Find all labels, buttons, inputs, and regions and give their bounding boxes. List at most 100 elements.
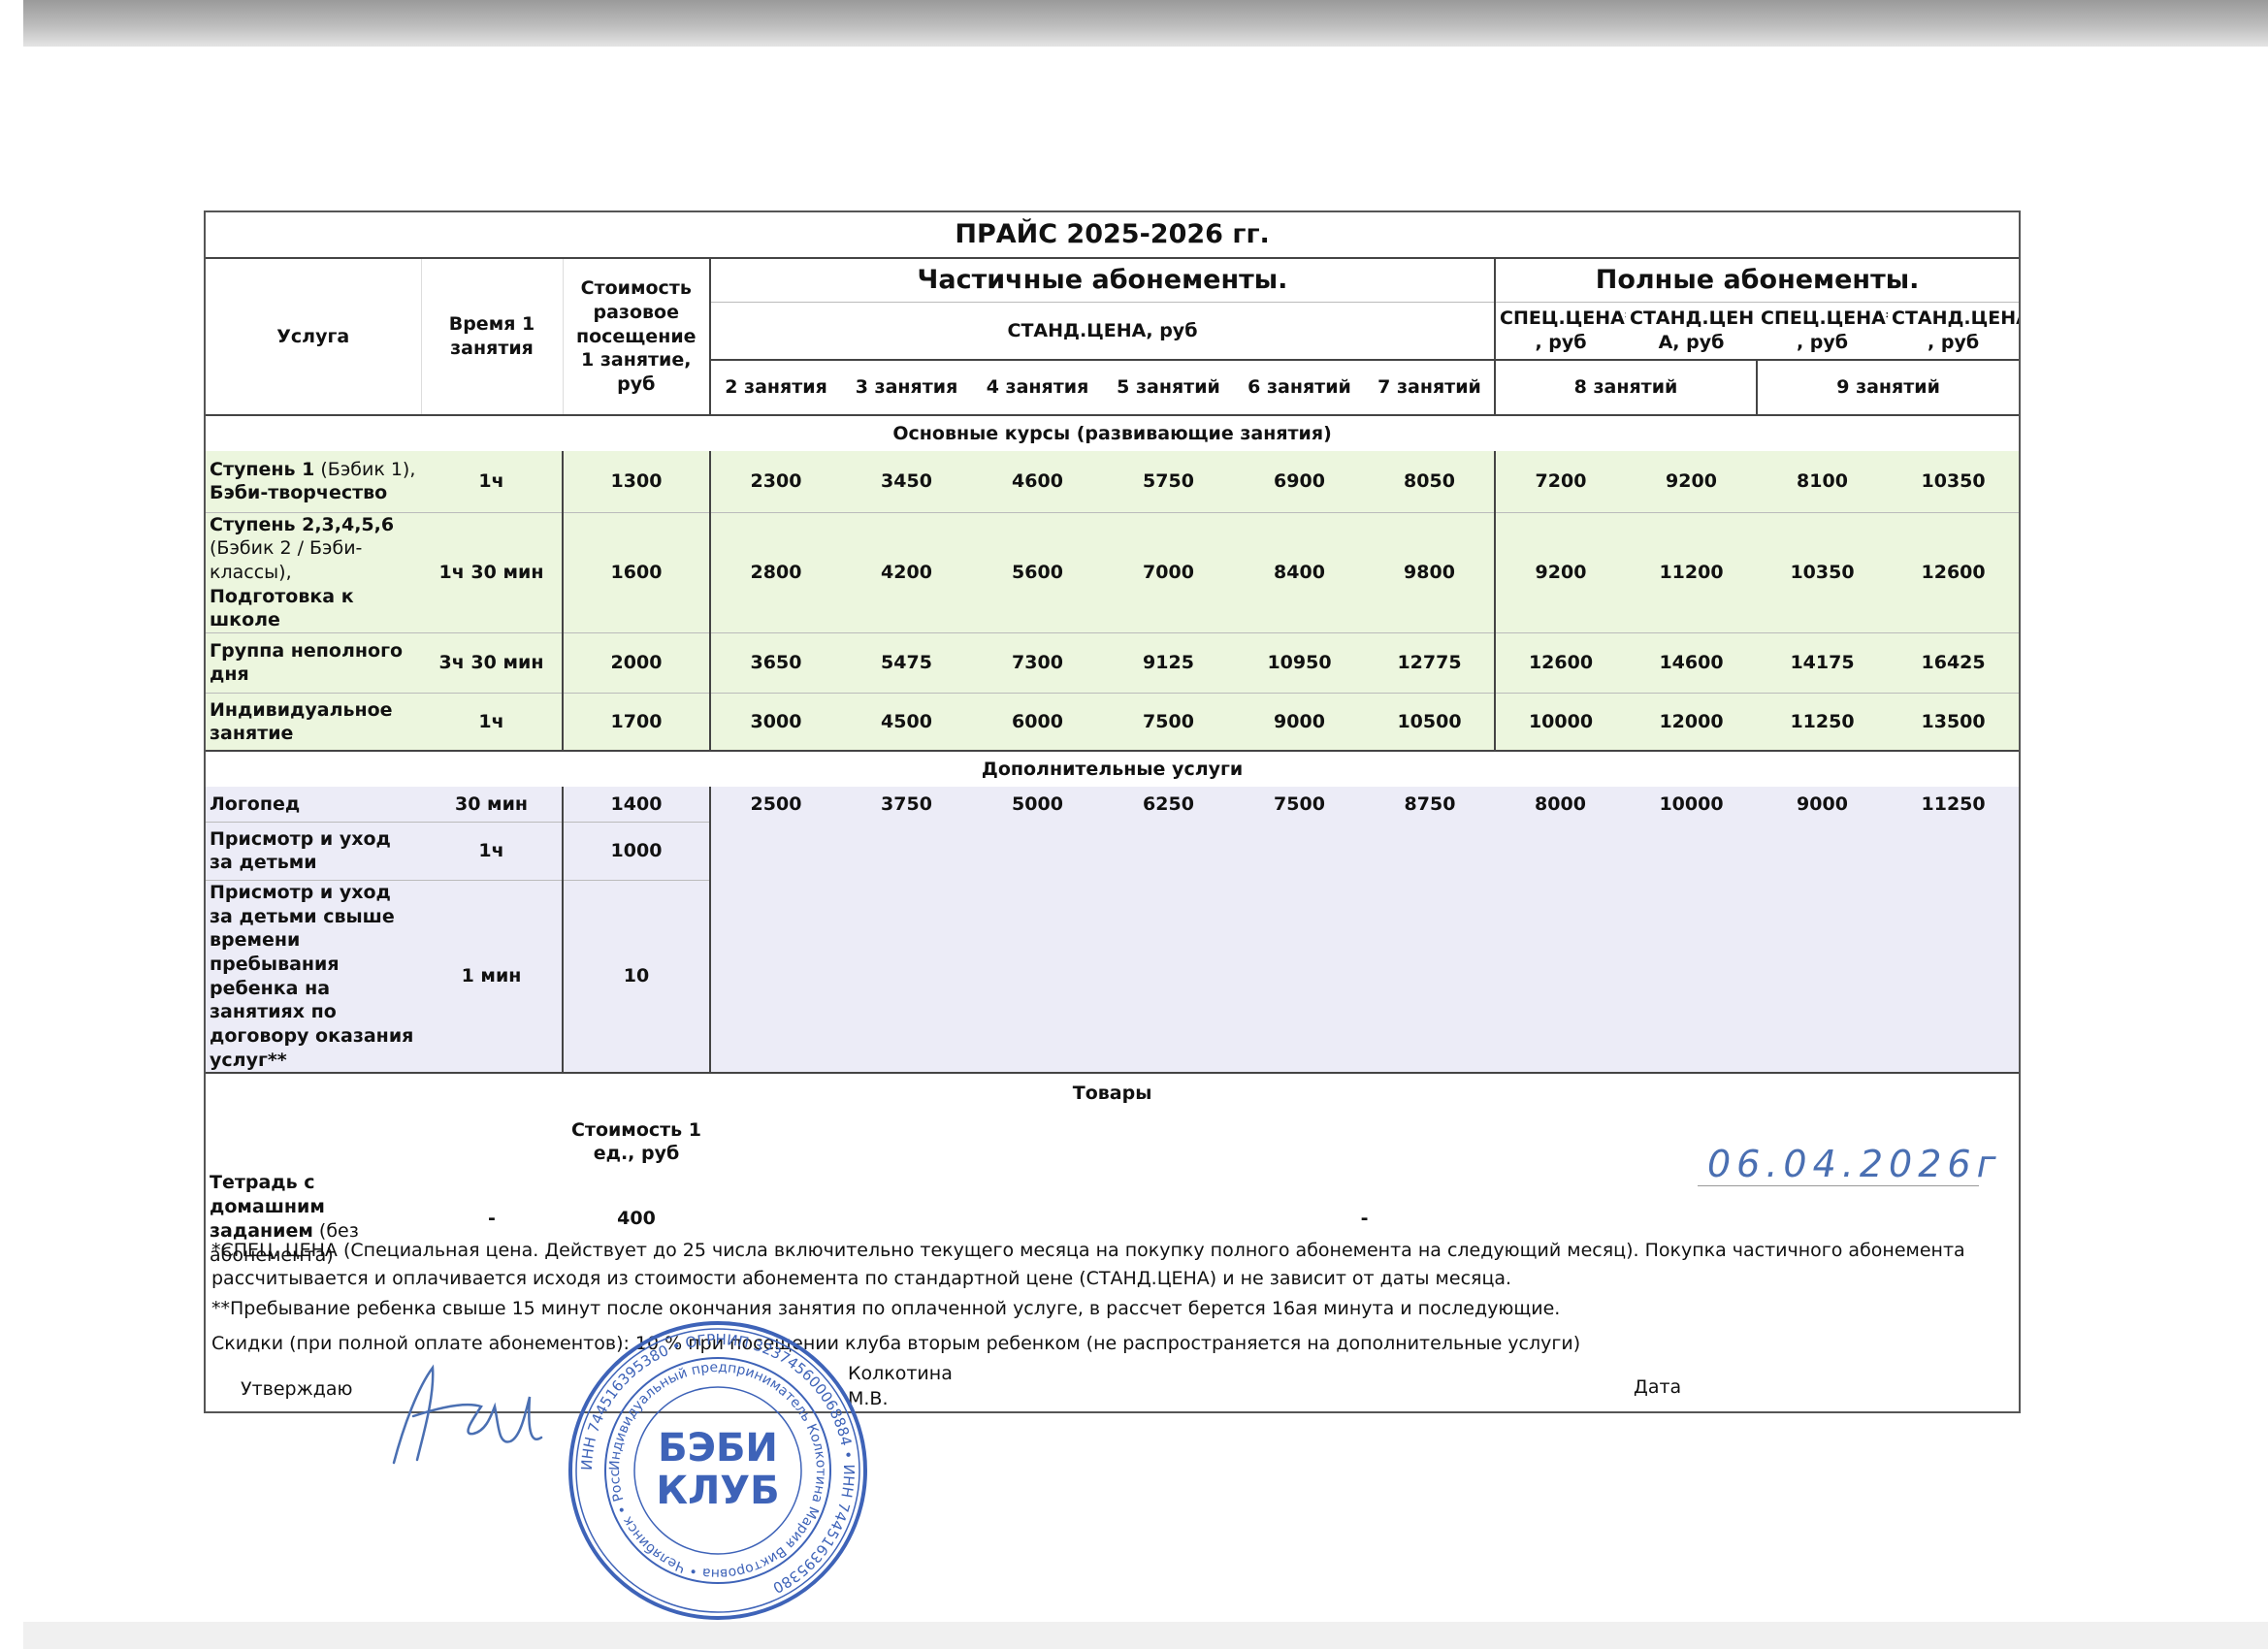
service-name: Логопед: [206, 787, 421, 823]
stamp-logo-text-1: БЭБИ: [658, 1426, 778, 1471]
service-name: Индивидуальное занятие: [206, 693, 421, 753]
price-cell: 5600: [972, 512, 1103, 633]
single-cost: 10: [562, 880, 710, 1075]
service-name: Ступень 1 (Бэбик 1), Бэби-творчество: [206, 451, 421, 513]
header-single-cost: Стоимость разовое посещение 1 занятие, р…: [563, 258, 710, 416]
service-name: Группа неполного дня: [206, 632, 421, 694]
price-cell: 8100: [1757, 451, 1888, 513]
table-row: Ступень 2,3,4,5,6 (Бэбик 2 / Бэби-классы)…: [206, 512, 2020, 633]
approve-label: Утверждаю: [241, 1378, 353, 1400]
price-cell: 11250: [1888, 787, 2020, 823]
single-cost: 2000: [562, 632, 710, 694]
service-name: Присмотр и уход за детьми свыше времени …: [206, 880, 421, 1075]
header-spec-price-9: СПЕЦ.ЦЕНА* , руб: [1761, 307, 1888, 353]
price-cell: 10950: [1234, 632, 1365, 694]
date-underline: [1698, 1185, 1979, 1186]
header-std-price-8: СТАНД.ЦЕН А, руб: [1630, 307, 1755, 353]
price-cell: 10000: [1626, 787, 1757, 823]
date-label: Дата: [1634, 1376, 1682, 1398]
section-goods: Товары: [1072, 1083, 1152, 1105]
price-cell: 11200: [1626, 512, 1757, 633]
price-cell: 8050: [1365, 451, 1496, 513]
price-cell: 7200: [1495, 451, 1626, 513]
price-cell: 13500: [1888, 693, 2020, 753]
price-table: ПРАЙС 2025-2026 гг. Услуга Время 1 занят…: [206, 212, 2020, 1267]
header-standard-price: СТАНД.ЦЕНА, руб: [709, 302, 1496, 360]
price-cell: 9000: [1757, 787, 1888, 823]
company-seal-stamp: ИНН 744516395380 • ОГРНИП 32374560006888…: [565, 1317, 867, 1620]
goods-cost-header: Стоимость 1 ед., руб: [570, 1118, 702, 1165]
service-time: 1ч: [421, 451, 563, 513]
price-cell: 6900: [1234, 451, 1365, 513]
stamp-logo-text-2: КЛУБ: [656, 1469, 779, 1513]
header-service: Услуга: [206, 258, 422, 416]
price-cell: 8400: [1234, 512, 1365, 633]
scan-shadow-bottom: [23, 1622, 2268, 1649]
empty-price-area: [708, 822, 2020, 881]
price-cell: 7500: [1103, 693, 1234, 753]
table-row: Ступень 1 (Бэбик 1), Бэби-творчество 1ч 1…: [206, 451, 2020, 513]
page-title: ПРАЙС 2025-2026 гг.: [206, 212, 2020, 259]
price-list-document: ПРАЙС 2025-2026 гг. Услуга Время 1 занят…: [204, 210, 2021, 1413]
price-cell: 14175: [1757, 632, 1888, 694]
header-partial-subscriptions: Частичные абонементы.: [709, 258, 1496, 303]
price-cell: 5000: [972, 787, 1103, 823]
price-cell: 5750: [1103, 451, 1234, 513]
extra-services-body: Логопед 30 мин 1400 2500 3750 5000 6250 …: [206, 787, 2020, 1075]
empty-cell: [421, 1113, 563, 1171]
price-cell: 10350: [1757, 512, 1888, 633]
header-full-subscriptions: Полные абонементы.: [1495, 258, 2020, 303]
price-cell: 10000: [1495, 693, 1626, 753]
header-sessions-9: 9 занятий: [1757, 359, 2020, 416]
price-cell: 2300: [709, 451, 841, 513]
price-cell: 3450: [841, 451, 972, 513]
date-value: 06.04.2026г: [1707, 1143, 2002, 1185]
price-cell: 9125: [1103, 632, 1234, 694]
single-cost: 1300: [562, 451, 710, 513]
header-sessions-4: 4 занятия: [972, 359, 1103, 416]
price-cell: 16425: [1888, 632, 2020, 694]
table-row: Присмотр и уход за детьми свыше времени …: [206, 880, 2020, 1075]
header-sessions-7: 7 занятий: [1365, 359, 1496, 416]
single-cost: 1600: [562, 512, 710, 633]
main-courses-body: Ступень 1 (Бэбик 1), Бэби-творчество 1ч 1…: [206, 451, 2020, 753]
empty-price-area: [708, 880, 2020, 1075]
price-cell: 9800: [1365, 512, 1496, 633]
header-sessions-6: 6 занятий: [1234, 359, 1365, 416]
price-cell: 12000: [1626, 693, 1757, 753]
price-cell: 12600: [1888, 512, 2020, 633]
price-cell: 11250: [1757, 693, 1888, 753]
price-cell: 8750: [1365, 787, 1495, 823]
price-cell: 8000: [1495, 787, 1626, 823]
service-time: 1 мин: [421, 880, 563, 1075]
price-cell: 7300: [972, 632, 1103, 694]
service-name: Ступень 2,3,4,5,6 (Бэбик 2 / Бэби-классы)…: [206, 512, 421, 633]
service-time: 3ч 30 мин: [421, 632, 563, 694]
single-cost: 1400: [562, 787, 710, 823]
price-cell: 2500: [709, 787, 841, 823]
handwritten-signature: [392, 1364, 543, 1465]
price-cell: 14600: [1626, 632, 1757, 694]
price-cell: 10500: [1365, 693, 1496, 753]
single-cost: 1700: [562, 693, 710, 753]
table-row: Присмотр и уход за детьми 1ч 1000: [206, 822, 2020, 881]
price-cell: 12600: [1495, 632, 1626, 694]
price-cell: 6250: [1103, 787, 1234, 823]
table-row: Логопед 30 мин 1400 2500 3750 5000 6250 …: [206, 787, 2020, 823]
price-cell: 4500: [841, 693, 972, 753]
price-cell: 4200: [841, 512, 972, 633]
note-special-price: *СПЕЦ. ЦЕНА (Специальная цена. Действует…: [211, 1240, 1965, 1289]
header-sessions-2: 2 занятия: [709, 359, 841, 416]
price-cell: 3650: [709, 632, 841, 694]
price-cell: 6000: [972, 693, 1103, 753]
table-row: Группа неполного дня 3ч 30 мин 2000 3650…: [206, 632, 2020, 694]
scan-shadow-top: [23, 0, 2268, 47]
note-stay: **Пребывание ребенка свыше 15 минут посл…: [211, 1298, 1561, 1319]
section-extra-services: Дополнительные услуги: [981, 759, 1244, 781]
header-sessions-3: 3 занятия: [841, 359, 972, 416]
price-cell: 12775: [1365, 632, 1496, 694]
header-spec-price-8: СПЕЦ.ЦЕНА* , руб: [1500, 307, 1626, 353]
header-sessions-5: 5 занятий: [1103, 359, 1234, 416]
price-cell: 2800: [709, 512, 841, 633]
price-cell: 7000: [1103, 512, 1234, 633]
